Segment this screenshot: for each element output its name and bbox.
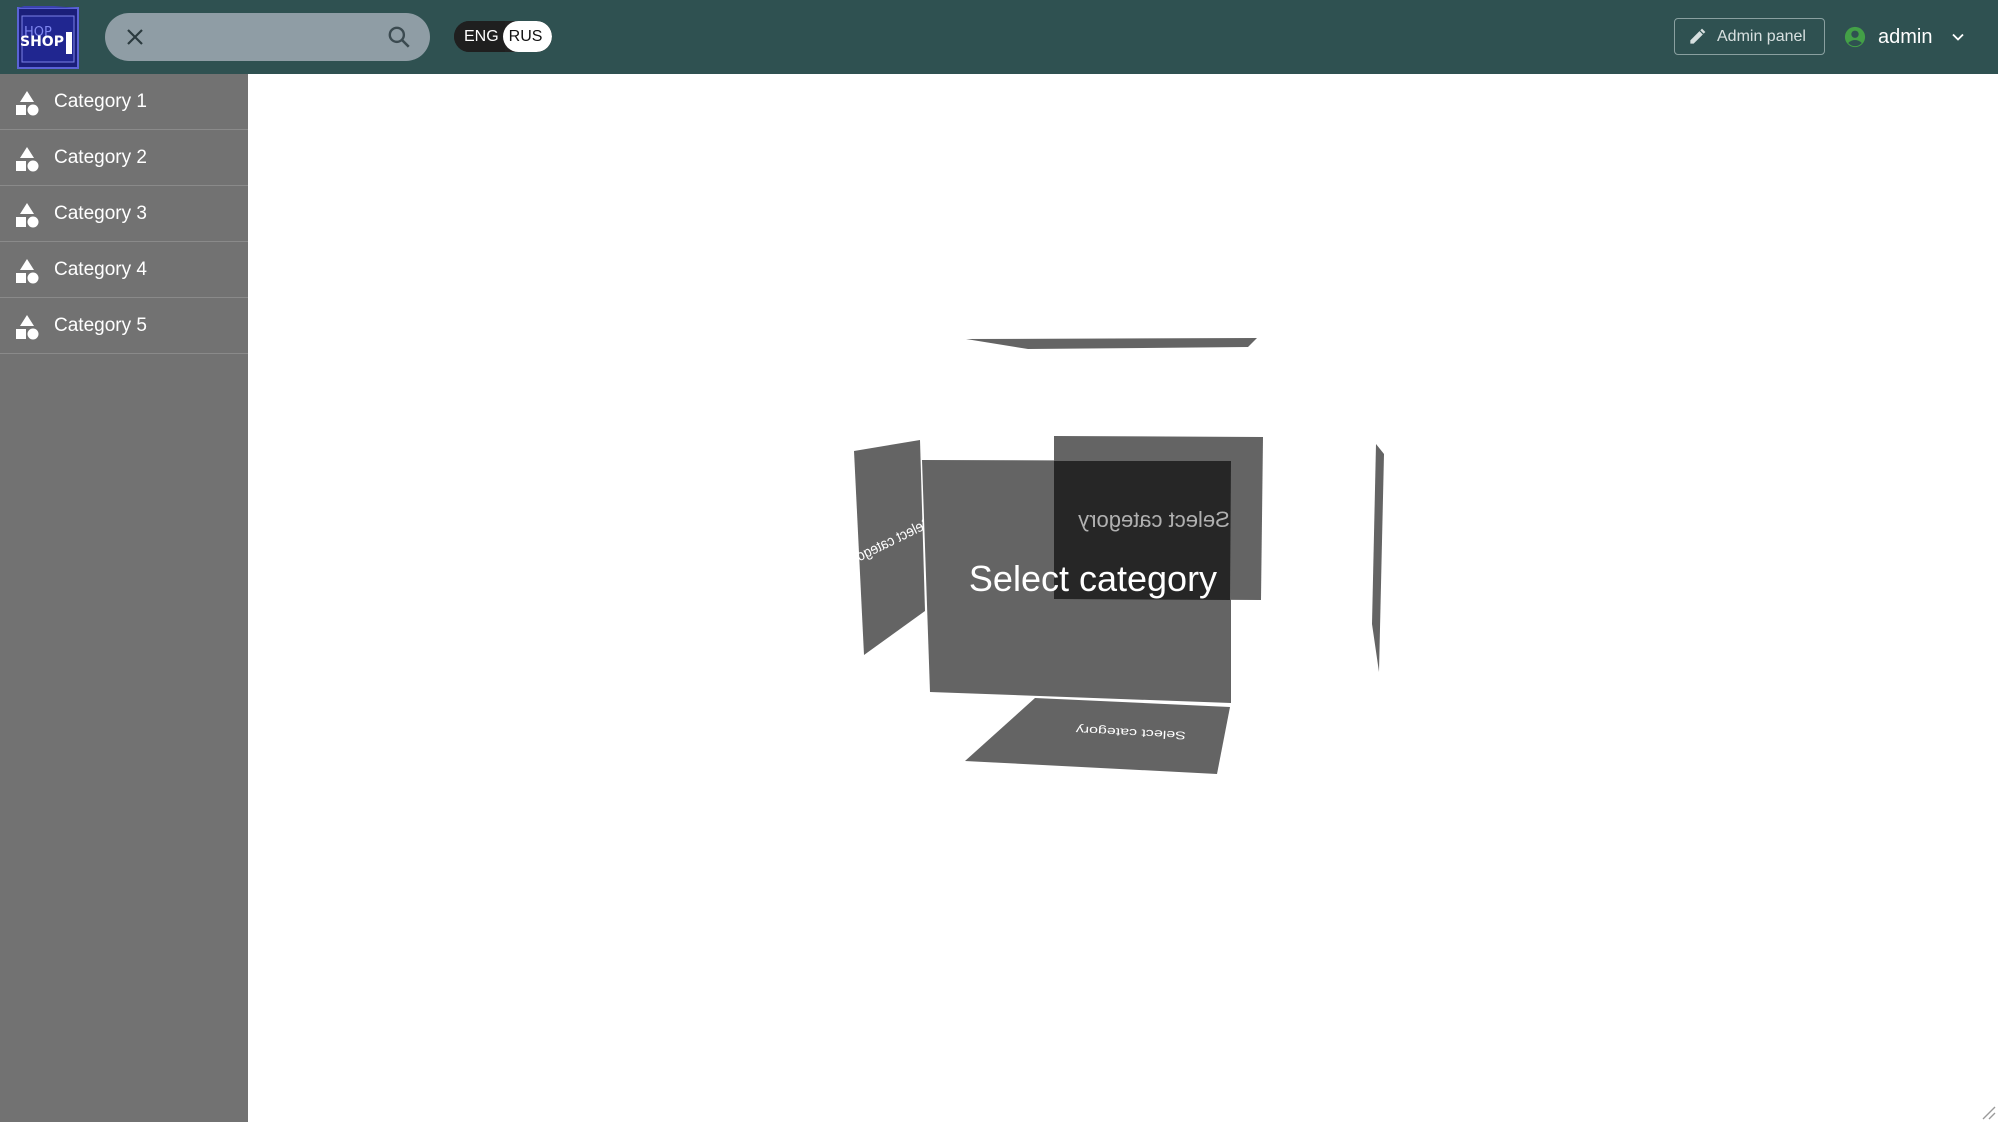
sidebar-item-label: Category 5 <box>54 315 147 336</box>
lang-eng-toggle[interactable]: ENG <box>454 21 505 52</box>
pencil-icon <box>1690 28 1706 44</box>
chevron-down-icon <box>1952 33 1965 41</box>
close-icon[interactable] <box>123 25 147 49</box>
search-input[interactable] <box>163 21 363 53</box>
language-switch: ENG RUS <box>454 21 553 52</box>
cube-face-top <box>966 338 1257 349</box>
lang-rus-toggle[interactable]: RUS <box>502 21 553 52</box>
shapes-icon <box>16 203 39 228</box>
sidebar-item-label: Category 3 <box>54 203 147 224</box>
logo-text: SHOP <box>20 34 64 50</box>
shapes-icon <box>16 91 39 116</box>
sidebar-item-category-5[interactable]: Category 5 <box>0 298 248 354</box>
cube-face-right <box>1372 444 1384 672</box>
user-name: admin <box>1878 25 1933 48</box>
category-cube[interactable]: Select category Select category Select c… <box>248 74 1998 1122</box>
top-app-bar: HOP SHOP ENG RUS Admin panel admin <box>0 0 1998 74</box>
sidebar-item-category-1[interactable]: Category 1 <box>0 74 248 130</box>
shapes-icon <box>16 259 39 284</box>
cube-face-front-text: Select category <box>969 558 1217 599</box>
search-icon[interactable] <box>386 24 412 50</box>
user-menu[interactable]: admin <box>1844 21 1968 53</box>
sidebar-item-label: Category 1 <box>54 91 147 112</box>
admin-panel-label: Admin panel <box>1717 27 1806 45</box>
sidebar-item-category-4[interactable]: Category 4 <box>0 242 248 298</box>
sidebar-item-label: Category 2 <box>54 147 147 168</box>
shapes-icon <box>16 315 39 340</box>
admin-panel-button[interactable]: Admin panel <box>1674 18 1825 55</box>
shapes-icon <box>16 147 39 172</box>
account-circle-icon <box>1844 26 1866 48</box>
category-sidebar: Category 1 Category 2 Category 3 Categor… <box>0 74 248 1122</box>
shop-logo[interactable]: HOP SHOP <box>16 4 80 70</box>
search-bar <box>105 13 430 61</box>
main-content: Select category Select category Select c… <box>248 74 1998 1122</box>
sidebar-item-category-2[interactable]: Category 2 <box>0 130 248 186</box>
cube-face-back-text: Select category <box>1078 507 1230 532</box>
sidebar-item-label: Category 4 <box>54 259 147 280</box>
sidebar-item-category-3[interactable]: Category 3 <box>0 186 248 242</box>
resize-grip-icon[interactable] <box>1978 1102 1996 1120</box>
